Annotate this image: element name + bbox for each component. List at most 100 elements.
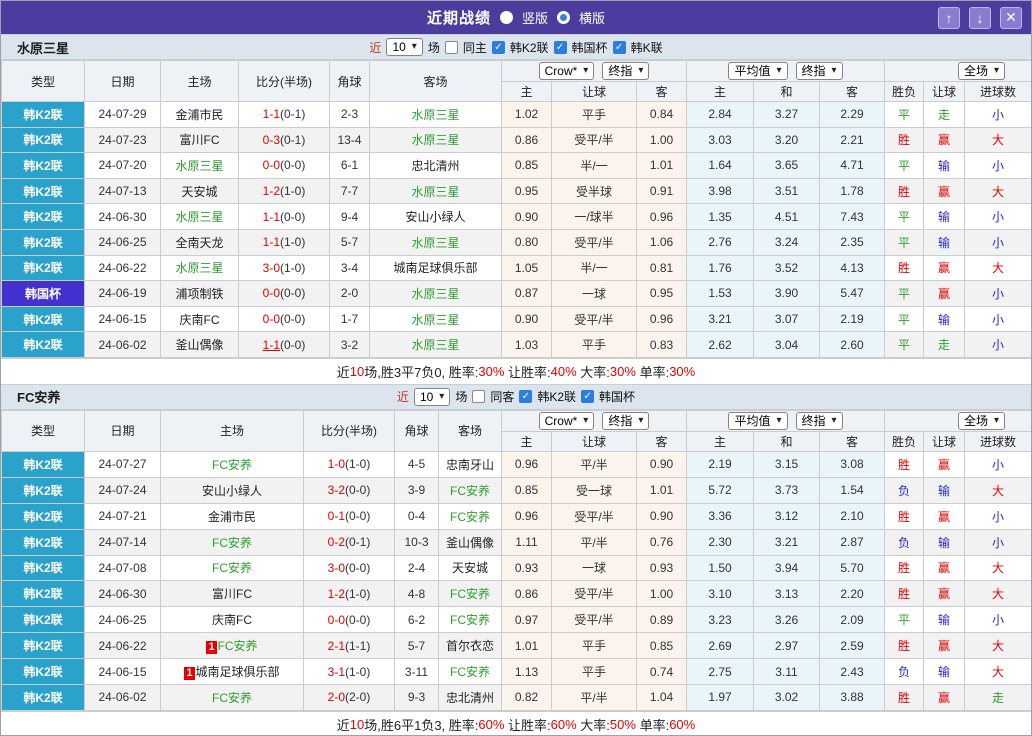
handicap-odds-cell-1: 受平/半 xyxy=(551,228,637,256)
table-row: 韩K2联 24-07-13 天安城 1-2(1-0) 7-7 水原三星 0.95 受半球 0.9… xyxy=(1,177,1031,205)
date-cell: 24-07-27 xyxy=(84,450,161,478)
match-count-select[interactable]: 10 ▾ xyxy=(413,387,451,406)
score-cell: 1-1(0-0) xyxy=(238,331,330,358)
league-filter-checkbox-0[interactable]: ✓ xyxy=(519,390,533,404)
handicap-odds-cell-0: 0.95 xyxy=(501,177,552,205)
full-time-score: 1-1 xyxy=(262,107,280,122)
result-cell-1: 赢 xyxy=(923,254,966,282)
handicap-odds-cell-0: 0.90 xyxy=(501,305,552,333)
home-team-cell: 釜山偶像 xyxy=(160,331,239,358)
home-team-name: 庆南FC xyxy=(212,613,252,628)
handicap-odds-cell-2: 0.81 xyxy=(636,254,687,282)
result-cell-1: 赢 xyxy=(923,126,966,154)
league-filter-checkbox-1[interactable]: ✓ xyxy=(581,390,595,404)
handicap-odds-cell-0: 0.97 xyxy=(501,606,552,634)
summary-text: 场,胜6平1负3, 胜率: xyxy=(364,717,479,733)
home-team-cell: 庆南FC xyxy=(160,305,239,333)
match-count-select[interactable]: 10 ▾ xyxy=(386,38,423,56)
home-team-cell: FC安养 xyxy=(160,683,304,711)
handicap-odds-cell-1: 平/半 xyxy=(551,683,637,711)
move-up-button[interactable]: ↑ xyxy=(938,6,960,29)
sub-header-1: 让球 xyxy=(551,81,637,102)
home-team-name: FC安养 xyxy=(217,639,258,654)
table-row: 韩K2联 24-07-27 FC安养 1-0(1-0) 4-5 忠南牙山 0.96 平/半 0.… xyxy=(1,450,1031,478)
handicap-odds-cell-1: 受平/半 xyxy=(551,606,637,634)
half-time-score: (0-0) xyxy=(280,209,306,224)
handicap-odds-cell-1: 一/球半 xyxy=(551,203,637,230)
result-cell-0: 胜 xyxy=(884,580,925,608)
euro-odds-cell-2: 4.71 xyxy=(818,152,886,179)
score-cell: 1-1(0-0) xyxy=(238,203,330,230)
league-filter-checkbox-2[interactable]: ✓ xyxy=(612,40,626,54)
away-team-cell: 安山小绿人 xyxy=(369,203,502,230)
euro-odds-group-select-0[interactable]: 平均值 ▾ xyxy=(728,62,788,80)
home-team-cell: 全南天龙 xyxy=(160,228,239,256)
sub-header-5: 客 xyxy=(818,430,886,452)
result-cell-0: 胜 xyxy=(884,450,925,478)
date-cell: 24-07-08 xyxy=(84,554,161,582)
away-team-cell: 水原三星 xyxy=(369,228,502,256)
home-team-cell: 水原三星 xyxy=(160,254,239,282)
euro-odds-group-select-1[interactable]: 终指 ▾ xyxy=(795,411,843,430)
summary-text: 让胜率: xyxy=(504,364,551,380)
handicap-odds-group-select-1[interactable]: 终指 ▾ xyxy=(602,411,650,430)
euro-odds-cell-2: 4.13 xyxy=(818,254,886,282)
same-venue-checkbox[interactable] xyxy=(472,390,486,404)
league-filter-checkbox-1[interactable]: ✓ xyxy=(553,40,567,54)
league-filter-label-1: 韩国杯 xyxy=(599,390,636,405)
recent-results-window: 近期战绩 竖版 横版 ↑ ↓ ✕ 水原三星近 10 ▾ 场同主 ✓ 韩K2联 ✓ 韩国杯 ✓ 韩K… xyxy=(0,0,1032,736)
page-title: 近期战绩 xyxy=(426,10,491,27)
away-team-cell: 城南足球俱乐部 xyxy=(369,254,502,282)
sections-container: 水原三星近 10 ▾ 场同主 ✓ 韩K2联 ✓ 韩国杯 ✓ 韩K联 类型 日期 主场 比分(半场) 角球 客场… xyxy=(1,34,1031,735)
full-time-score: 1-1 xyxy=(262,209,280,224)
result-cell-2: 大 xyxy=(964,254,1031,282)
result-cell-1: 赢 xyxy=(923,632,966,660)
date-cell: 24-07-29 xyxy=(84,101,161,128)
euro-odds-cell-0: 3.98 xyxy=(686,177,754,205)
away-team-cell: 首尔衣恋 xyxy=(438,632,502,660)
handicap-odds-cell-2: 1.00 xyxy=(636,580,687,608)
matches-table: 类型 日期 主场 比分(半场) 角球 客场 Crow* ▾ 终指 ▾ 平均值 ▾ 终指 ▾ 全场 ▾ 主让球客主… xyxy=(1,60,1031,358)
euro-odds-group-select-0[interactable]: 平均值 ▾ xyxy=(728,411,788,430)
handicap-odds-group-select-0[interactable]: Crow* ▾ xyxy=(538,411,595,430)
handicap-odds-cell-2: 1.04 xyxy=(636,683,687,711)
vertical-layout-radio[interactable] xyxy=(499,11,513,24)
move-down-button[interactable]: ↓ xyxy=(969,6,991,29)
handicap-odds-group: Crow* ▾ 终指 ▾ xyxy=(501,409,687,432)
table-row: 韩K2联 24-07-08 FC安养 3-0(0-0) 2-4 天安城 0.93 一球 0.93… xyxy=(1,554,1031,582)
full-time-score: 2-1 xyxy=(327,638,345,653)
corner-cell: 3-11 xyxy=(394,658,439,685)
result-group-select-0[interactable]: 全场 ▾ xyxy=(958,62,1006,80)
result-cell-2: 小 xyxy=(964,203,1031,230)
home-team-name: 金浦市民 xyxy=(175,107,224,122)
euro-odds-cell-0: 1.50 xyxy=(686,554,754,582)
table-row: 韩国杯 24-06-19 浦项制铁 0-0(0-0) 2-0 水原三星 0.87 一球 0.95… xyxy=(1,280,1031,307)
away-team-name: FC安养 xyxy=(450,665,490,679)
euro-odds-group-select-1[interactable]: 终指 ▾ xyxy=(795,62,843,80)
result-group-select-0[interactable]: 全场 ▾ xyxy=(958,411,1006,430)
horizontal-layout-radio[interactable] xyxy=(557,11,570,24)
result-group-selects: 全场 ▾ xyxy=(886,62,1031,80)
half-time-score: (1-0) xyxy=(345,586,371,601)
league-filter-checkbox-0[interactable]: ✓ xyxy=(491,40,505,54)
team-name: FC安养 xyxy=(17,390,61,406)
handicap-odds-cell-1: 半/一 xyxy=(551,254,637,282)
half-time-score: (0-0) xyxy=(345,612,371,627)
euro-odds-cell-1: 3.24 xyxy=(753,228,820,256)
league-cell: 韩K2联 xyxy=(1,228,85,256)
result-group: 全场 ▾ xyxy=(884,409,1031,432)
handicap-odds-cell-2: 0.84 xyxy=(636,101,687,128)
same-venue-checkbox[interactable] xyxy=(444,40,458,54)
away-team-name: 城南足球俱乐部 xyxy=(393,261,478,276)
euro-odds-group-select-1-value: 终指 xyxy=(801,413,826,428)
euro-odds-cell-2: 7.43 xyxy=(818,203,886,230)
close-button[interactable]: ✕ xyxy=(1000,6,1022,29)
handicap-odds-cell-2: 0.90 xyxy=(636,450,687,478)
handicap-odds-group-select-1[interactable]: 终指 ▾ xyxy=(602,62,650,80)
table-row: 韩K2联 24-06-15 庆南FC 0-0(0-0) 1-7 水原三星 0.90 受平/半 0… xyxy=(1,305,1031,333)
half-time-score: (1-0) xyxy=(345,457,371,472)
handicap-odds-group-select-0[interactable]: Crow* ▾ xyxy=(538,62,595,80)
away-team-cell: 忠北清州 xyxy=(438,683,502,711)
home-team-cell: 安山小绿人 xyxy=(160,476,304,504)
half-time-score: (0-1) xyxy=(280,132,306,147)
